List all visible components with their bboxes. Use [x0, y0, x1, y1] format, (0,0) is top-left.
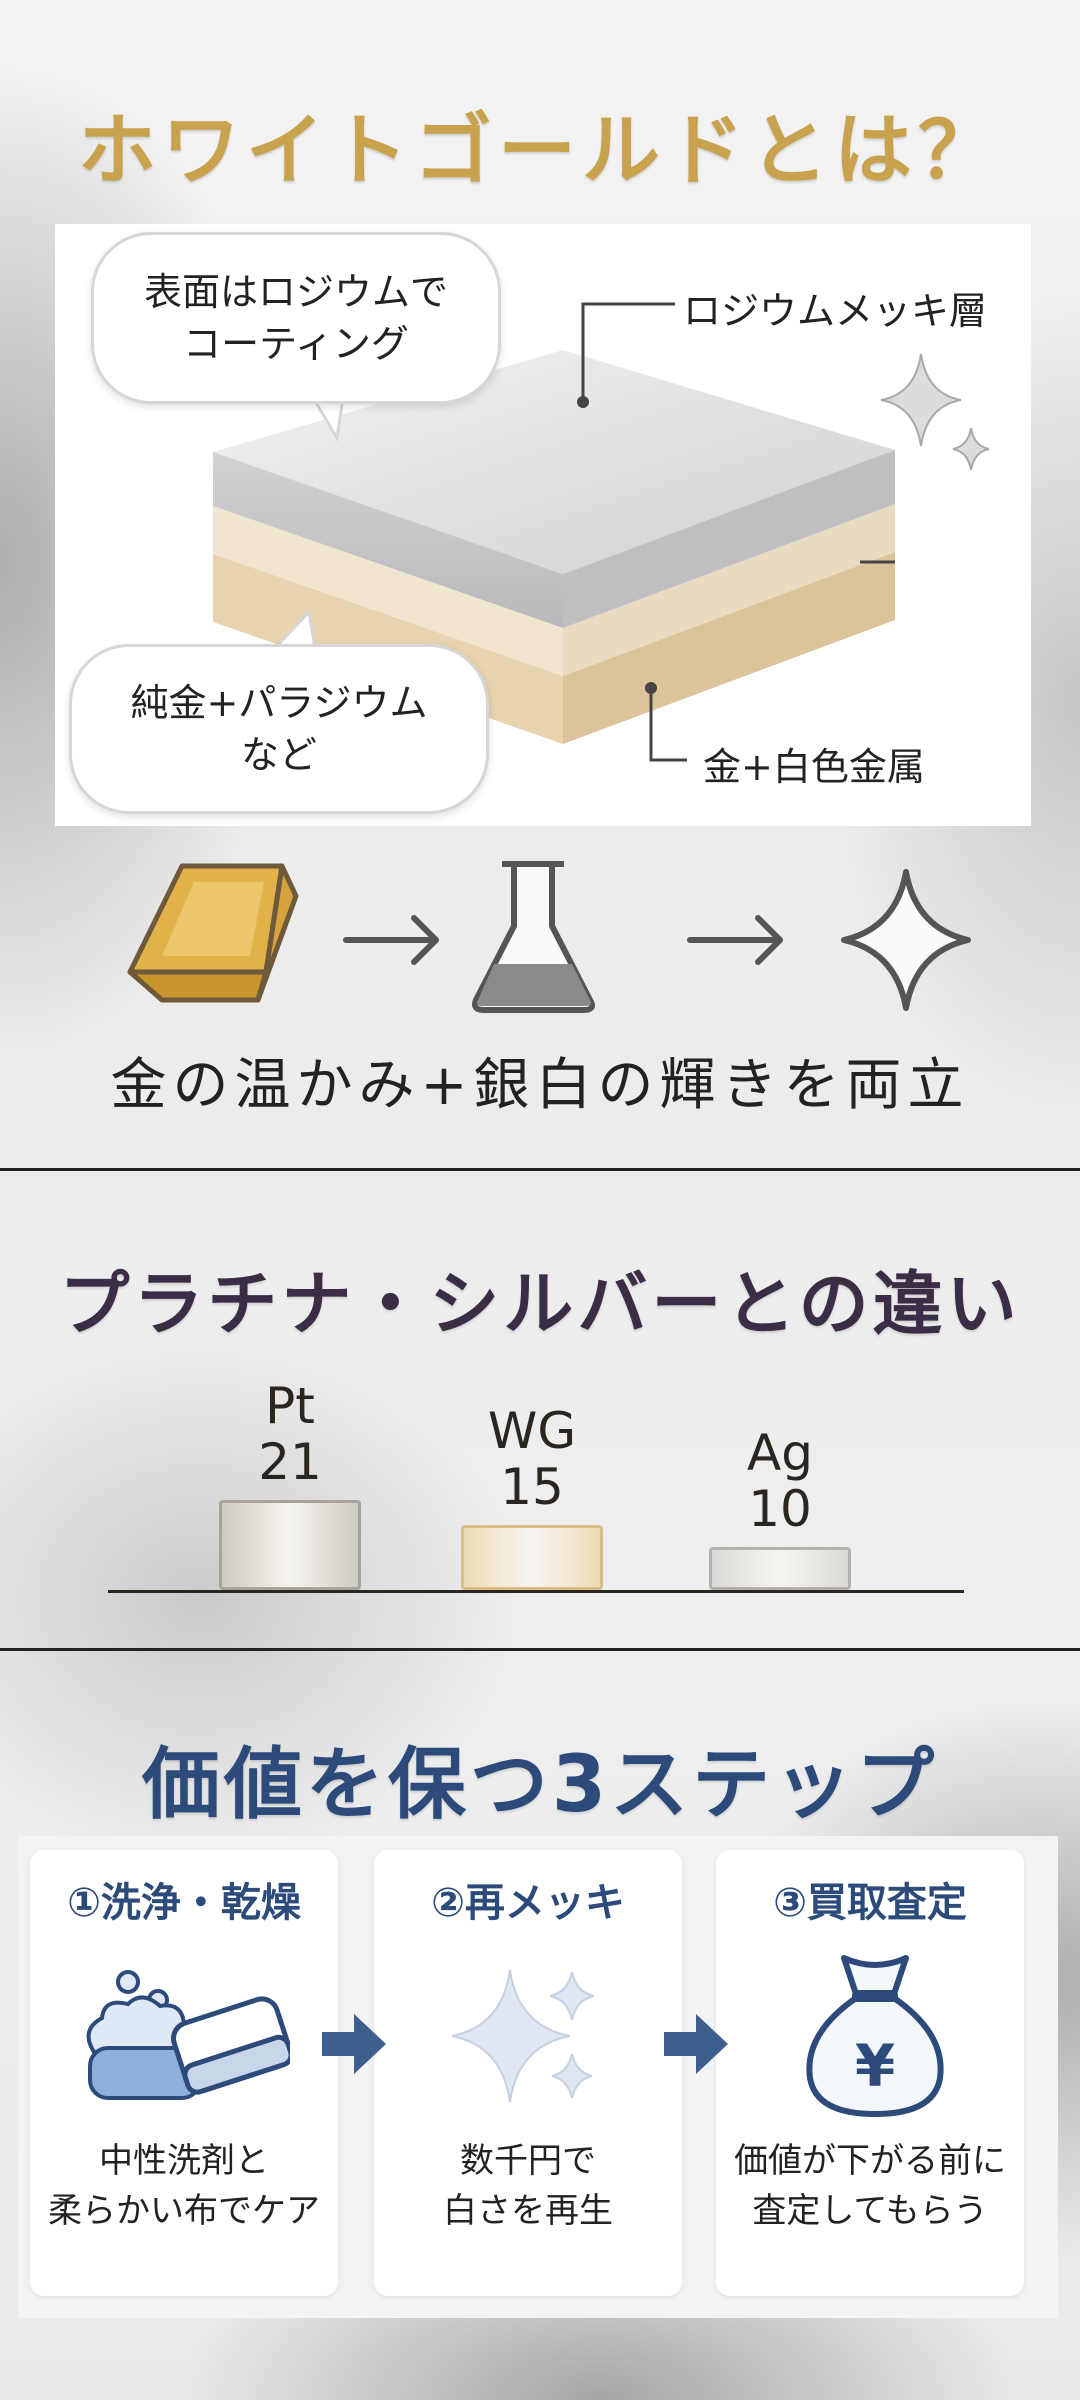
step-card-replating: ②再メッキ 数千円で 白さを再生 [374, 1850, 682, 2296]
step-description-line: 柔らかい布でケア [48, 2191, 320, 2231]
step-title: ②再メッキ [431, 1880, 625, 1926]
arrow-right-icon [322, 2014, 386, 2074]
money-bag-yen-icon: ¥ [806, 1955, 944, 2117]
arrow-right-icon [687, 915, 783, 965]
gold-bar-icon [127, 863, 299, 1003]
callout-line: 表面はロジウムで [143, 270, 448, 314]
metal-comparison-chart: Pt 21 WG 15 Ag 10 [0, 1360, 1080, 1600]
base-metal-callout: 純金+パラジウム など [69, 644, 489, 814]
step-description: 数千円で 白さを再生 [374, 2136, 682, 2236]
step-description-line: 中性洗剤と [99, 2141, 269, 2181]
step-description-line: 数千円で [460, 2141, 596, 2181]
section3-title: 価値を保つ3ステップ [141, 1740, 939, 1830]
sponge-bubbles-icon [86, 1970, 290, 2100]
sparkle-icon [880, 353, 990, 471]
step-card-appraisal: ③買取査定 ¥ 価値が下がる前に 査定してもらう [716, 1850, 1024, 2296]
callout-line: など [240, 733, 317, 777]
bar-label-ag: Ag 10 [680, 1425, 880, 1537]
process-flow [127, 861, 971, 1013]
svg-text:¥: ¥ [855, 2032, 895, 2100]
step-card-clean: ①洗浄・乾燥 中性洗剤と 柔らかい布でケア [30, 1850, 338, 2296]
chart-baseline [108, 1590, 964, 1593]
rhodium-coating-callout: 表面はロジウムで コーティング [91, 232, 501, 404]
bar-value-label: 15 [500, 1458, 564, 1516]
bar-wg [461, 1525, 603, 1590]
bar-category-label: Pt [265, 1377, 315, 1435]
arrow-right-icon [664, 2014, 728, 2074]
callout-line: 純金+パラジウム [130, 681, 428, 725]
bar-category-label: Ag [747, 1424, 813, 1482]
arrow-right-icon [343, 915, 439, 965]
bar-label-wg: WG 15 [432, 1403, 632, 1515]
bar-value-label: 10 [748, 1480, 812, 1538]
sparkle-icon [841, 869, 971, 1011]
section1-title: ホワイトゴールドとは？ [77, 106, 1002, 196]
bar-pt [219, 1500, 361, 1590]
step-description-line: 白さを再生 [443, 2191, 613, 2231]
flow-caption: 金の温かみ+銀白の輝きを両立 [110, 1053, 970, 1118]
bar-ag [709, 1547, 851, 1590]
gold-alloy-label: 金+白色金属 [703, 745, 925, 789]
bar-label-pt: Pt 21 [190, 1378, 390, 1490]
section2-title: プラチナ・シルバーとの違い [59, 1263, 1021, 1345]
section-divider [0, 1168, 1080, 1171]
bar-value-label: 21 [258, 1433, 322, 1491]
flask-icon [472, 861, 595, 1013]
step-description-line: 価値が下がる前に [734, 2141, 1006, 2181]
callout-line: コーティング [183, 322, 409, 366]
step-title: ③買取査定 [773, 1880, 967, 1926]
step-description: 中性洗剤と 柔らかい布でケア [30, 2136, 338, 2236]
white-gold-layer-diagram: 表面はロジウムで コーティング 純金+パラジウム など ロジウムメッキ層 金+白… [55, 224, 1031, 826]
bar-category-label: WG [487, 1402, 577, 1460]
step-description: 価値が下がる前に 査定してもらう [716, 2136, 1024, 2236]
step-title: ①洗浄・乾燥 [67, 1880, 301, 1926]
section-divider [0, 1648, 1080, 1651]
rhodium-layer-label: ロジウムメッキ層 [683, 289, 988, 333]
sparkle-icon [451, 1969, 595, 2103]
step-description-line: 査定してもらう [752, 2191, 988, 2231]
